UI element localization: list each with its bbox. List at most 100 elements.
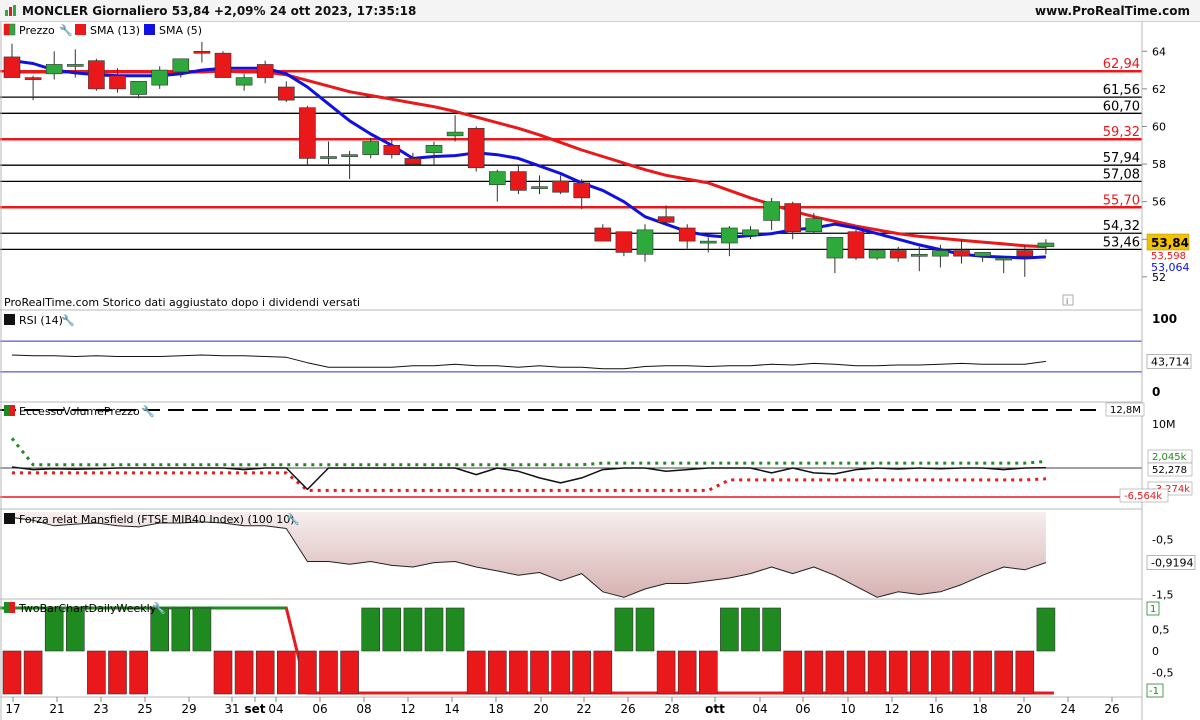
candle-body[interactable] [636,229,654,255]
twobar-bar[interactable] [424,607,444,652]
candle-body[interactable] [889,250,907,259]
twobar-bar[interactable] [319,650,338,695]
twobar-bar[interactable] [551,650,570,695]
candle-body[interactable] [277,86,295,101]
twobar-bar[interactable] [867,650,887,695]
candle-body[interactable] [594,227,612,242]
twobar-bar[interactable] [783,650,803,695]
candle-body[interactable] [784,203,802,233]
candle-body[interactable] [446,131,464,137]
candle-body[interactable] [45,64,63,75]
twobar-bar[interactable] [698,650,718,695]
twobar-bar[interactable] [445,607,465,652]
twobar-bar[interactable] [846,650,866,695]
candle-body[interactable] [467,128,485,169]
candle-body[interactable] [657,216,675,223]
candle-body[interactable] [88,60,105,90]
chart-canvas[interactable]: 62,94 61,5660,70 59,32 57,9457,08 55,70 54,32… [0,0,1200,720]
twobar-bar[interactable] [509,650,528,695]
wrench-icon[interactable]: 🔧 [59,23,73,37]
candle-body[interactable] [1016,250,1034,257]
twobar-bar[interactable] [804,650,824,695]
candle-body[interactable] [109,75,126,90]
candle-body[interactable] [847,231,865,259]
candle-body[interactable] [193,50,211,54]
twobar-bar[interactable] [1015,650,1035,695]
twobar-bar[interactable] [361,607,381,652]
twobar-bar[interactable] [298,650,317,695]
candle-body[interactable] [404,158,422,165]
candle-body[interactable] [615,231,633,253]
candle-body[interactable] [699,240,717,244]
candle-body[interactable] [67,64,84,67]
twobar-bar[interactable] [213,650,233,695]
twobar-bar[interactable] [255,650,275,695]
candle-body[interactable] [488,171,506,186]
twobar-bar[interactable] [572,650,592,695]
candle-body[interactable] [320,156,337,159]
twobar-bar[interactable] [825,650,845,695]
twobar-bar[interactable] [382,607,402,652]
candle-body[interactable] [425,144,443,154]
twobar-bar[interactable] [108,650,127,695]
twobar-bar[interactable] [466,650,486,695]
twobar-bar[interactable] [614,607,634,652]
twobar-bar[interactable] [677,650,697,695]
candle-body[interactable] [362,141,380,155]
twobar-bar[interactable] [952,650,971,695]
twobar-bar[interactable] [762,607,781,652]
twobar-bar[interactable] [720,607,739,652]
wrench-icon[interactable]: 🔧 [286,512,300,526]
twobar-bar[interactable] [129,650,148,695]
candle-body[interactable] [721,227,738,244]
twobar-bar[interactable] [994,650,1014,695]
twobar-bar[interactable] [2,650,22,695]
candle-body[interactable] [531,186,548,189]
twobar-bar[interactable] [403,607,423,652]
candle-body[interactable] [341,154,358,157]
twobar-bar[interactable] [276,650,296,695]
candle-body[interactable] [299,107,316,159]
candle-body[interactable] [763,201,780,221]
twobar-bar[interactable] [87,650,106,695]
candle-body[interactable] [256,64,274,78]
candle-body[interactable] [151,69,168,86]
twobar-bar[interactable] [530,650,549,695]
twobar-bar[interactable] [234,650,254,695]
twobar-bar[interactable] [741,607,760,652]
twobar-bar[interactable] [973,650,992,695]
candle-body[interactable] [805,218,823,233]
candle-body[interactable] [953,250,970,257]
wrench-icon[interactable]: 🔧 [152,601,166,615]
twobar-bar[interactable] [23,650,43,695]
candle-body[interactable] [742,229,759,236]
wrench-icon[interactable]: 🔧 [61,313,75,327]
candle-body[interactable] [130,81,147,95]
twobar-bar[interactable] [593,650,613,695]
candle-body[interactable] [868,250,886,259]
candle-body[interactable] [932,250,949,257]
candle-body[interactable] [573,182,591,199]
candle-body[interactable] [552,180,569,193]
twobar-bar[interactable] [340,650,359,695]
twobar-bar[interactable] [1036,607,1056,652]
candle-body[interactable] [826,237,844,259]
twobar-bar[interactable] [931,650,950,695]
twobar-bar[interactable] [487,650,507,695]
candle-body[interactable] [214,52,232,78]
candle-body[interactable] [1037,242,1055,248]
candle-body[interactable] [678,227,696,242]
candle-body[interactable] [510,171,527,191]
candle-body[interactable] [3,56,21,78]
twobar-bar[interactable] [656,650,676,695]
twobar-bar[interactable] [888,650,908,695]
candle-body[interactable] [24,77,42,80]
candle-body[interactable] [235,77,253,86]
wrench-icon[interactable]: 🔧 [141,404,155,418]
candle-body[interactable] [910,253,928,257]
candle-body[interactable] [383,144,401,155]
candle-body[interactable] [974,252,991,257]
twobar-bar[interactable] [171,607,191,652]
twobar-bar[interactable] [909,650,929,695]
twobar-bar[interactable] [192,607,212,652]
